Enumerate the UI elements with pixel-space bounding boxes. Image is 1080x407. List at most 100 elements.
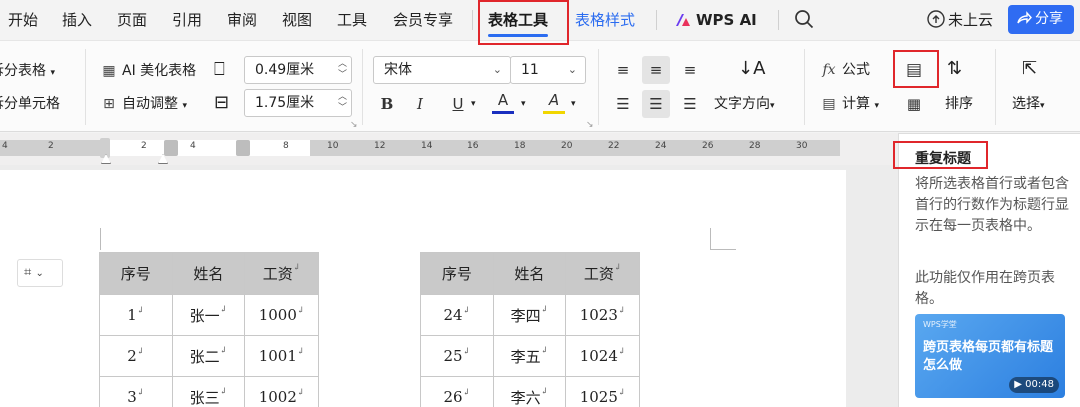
- table-cell[interactable]: 1002↲: [244, 376, 319, 407]
- align-middle-icon[interactable]: ≡: [642, 56, 670, 84]
- font-name-select[interactable]: 宋体 ⌄: [373, 56, 511, 84]
- sort-button[interactable]: 排序: [945, 91, 973, 117]
- tab-home[interactable]: 开始: [8, 0, 38, 40]
- align-left-icon[interactable]: ☰: [609, 90, 637, 118]
- align-bottom-icon[interactable]: ≡: [676, 56, 704, 84]
- font-color-button[interactable]: A: [492, 88, 514, 114]
- tab-table-style[interactable]: 表格样式: [575, 0, 635, 40]
- header-cell[interactable]: 工资↲: [244, 252, 319, 295]
- tab-review[interactable]: 审阅: [227, 0, 257, 40]
- share-button[interactable]: 分享: [1008, 5, 1074, 34]
- table-cell[interactable]: 张一↲: [171, 294, 246, 336]
- underline-button[interactable]: U: [444, 90, 472, 118]
- ai-beautify-table-button[interactable]: ▦ AI 美化表格: [100, 58, 196, 84]
- table-cell[interactable]: 3↲: [99, 376, 173, 407]
- row-height-field[interactable]: 1.75厘米 ︿ ﹀: [244, 89, 352, 117]
- table-cell[interactable]: 24↲: [420, 294, 494, 336]
- table-cell[interactable]: 李六↲: [492, 376, 567, 407]
- formula-button[interactable]: fx 公式: [820, 57, 870, 83]
- table-cell[interactable]: 张三↲: [171, 376, 246, 407]
- data-table-left[interactable]: 序号 姓名 工资↲ 1↲ 张一↲ 1000↲ 2↲ 张二↲ 1001↲ 3↲ 张…: [99, 252, 319, 407]
- header-cell[interactable]: 序号: [420, 252, 494, 295]
- cell-text: 张三: [189, 388, 220, 407]
- ruler-tick: 4: [190, 141, 196, 151]
- table-move-handle[interactable]: ⌗ ⌄: [17, 259, 63, 287]
- table-cell[interactable]: 2↲: [99, 335, 173, 377]
- table-cell[interactable]: 1023↲: [565, 294, 640, 336]
- dialog-launcher-icon[interactable]: ↘: [586, 120, 594, 130]
- tab-page[interactable]: 页面: [117, 0, 147, 40]
- table-cell[interactable]: 李五↲: [492, 335, 567, 377]
- align-center-icon[interactable]: ☰: [642, 90, 670, 118]
- spinner-icon[interactable]: ︿ ﹀: [338, 92, 347, 114]
- align-top-icon[interactable]: ≡: [609, 56, 637, 84]
- header-text: 工资: [583, 265, 614, 283]
- header-cell[interactable]: 工资↲: [565, 252, 640, 295]
- auto-adjust-button[interactable]: ⊞ 自动调整 ▾: [100, 91, 187, 117]
- cell-text: 1000: [258, 306, 297, 324]
- table-cell[interactable]: 1025↲: [565, 376, 640, 407]
- indent-marker[interactable]: [100, 138, 110, 158]
- repeat-header-icon[interactable]: ▤: [900, 56, 928, 84]
- table-cell[interactable]: 1000↲: [244, 294, 319, 336]
- sort-icon[interactable]: ⇅: [947, 56, 962, 82]
- highlight-button[interactable]: A: [543, 88, 565, 114]
- calculate-button[interactable]: ▤ 计算 ▾: [820, 91, 879, 117]
- header-cell[interactable]: 序号: [99, 252, 173, 295]
- cell-text: 李六: [510, 388, 541, 407]
- table-cell[interactable]: 李四↲: [492, 294, 567, 336]
- chevron-down-icon[interactable]: ▾: [571, 91, 576, 117]
- table-header-row: 序号 姓名 工资↲: [420, 252, 640, 295]
- text-direction-icon[interactable]: ↓A: [738, 56, 765, 82]
- tab-insert[interactable]: 插入: [62, 0, 92, 40]
- tab-tools[interactable]: 工具: [337, 0, 367, 40]
- header-cell[interactable]: 姓名: [492, 252, 567, 295]
- table-cell[interactable]: 张二↲: [171, 335, 246, 377]
- search-icon[interactable]: [794, 0, 814, 40]
- wps-ai-button[interactable]: WPS AI: [674, 0, 757, 40]
- column-marker[interactable]: [164, 140, 178, 156]
- chevron-down-icon[interactable]: ▾: [471, 91, 476, 117]
- split-cells-button[interactable]: 拆分单元格: [0, 91, 60, 117]
- table-cell[interactable]: 1024↲: [565, 335, 640, 377]
- table-cell[interactable]: 1001↲: [244, 335, 319, 377]
- dialog-launcher-icon[interactable]: ↘: [350, 120, 358, 130]
- horizontal-ruler[interactable]: 4 2 2 4 8 10 12 14 16 18 20 22 24 26 28 …: [0, 133, 900, 165]
- cloud-upload-icon: [927, 10, 945, 28]
- table-cell[interactable]: 1↲: [99, 294, 173, 336]
- column-width-field[interactable]: 0.49厘米 ︿ ﹀: [244, 56, 352, 84]
- italic-button[interactable]: I: [406, 90, 434, 118]
- table-cell[interactable]: 26↲: [420, 376, 494, 407]
- table-cell[interactable]: 25↲: [420, 335, 494, 377]
- column-width-icon: ⎕: [214, 59, 225, 80]
- split-table-button[interactable]: 拆分表格 ▾: [0, 58, 55, 84]
- data-table-right[interactable]: 序号 姓名 工资↲ 24↲ 李四↲ 1023↲ 25↲ 李五↲ 1024↲ 26…: [420, 252, 640, 407]
- bold-button[interactable]: B: [373, 90, 401, 118]
- tab-references[interactable]: 引用: [172, 0, 202, 40]
- column-marker[interactable]: [236, 140, 250, 156]
- cursor-select-icon[interactable]: ⇱: [1022, 56, 1037, 82]
- convert-table-icon[interactable]: ▦: [900, 90, 928, 118]
- tab-membership[interactable]: 会员专享: [393, 0, 453, 40]
- spinner-icon[interactable]: ︿ ﹀: [338, 59, 347, 81]
- text-direction-button[interactable]: 文字方向▾: [714, 91, 775, 117]
- header-cell[interactable]: 姓名: [171, 252, 246, 295]
- tab-view[interactable]: 视图: [282, 0, 312, 40]
- ruler-tick: 14: [421, 141, 433, 151]
- font-size-select[interactable]: 11 ⌄: [510, 56, 586, 84]
- font-name-value: 宋体: [384, 62, 412, 78]
- chevron-down-icon[interactable]: ▾: [521, 91, 526, 117]
- cell-end-mark: ↲: [613, 263, 622, 273]
- cell-end-mark: ↲: [219, 345, 228, 356]
- tab-table-tools[interactable]: 表格工具: [488, 0, 549, 40]
- table-row: 24↲ 李四↲ 1023↲: [420, 294, 640, 336]
- tutorial-video-thumbnail[interactable]: WPS学堂 跨页表格每页都有标题怎么做 ▶ 00:48: [915, 314, 1065, 398]
- select-button[interactable]: 选择▾: [1012, 91, 1045, 117]
- chevron-down-icon: ⌄: [35, 268, 44, 279]
- tooltip-title: 重复标题: [915, 151, 971, 167]
- align-right-icon[interactable]: ☰: [676, 90, 704, 118]
- ribbon-divider: [995, 49, 996, 125]
- cloud-status-button[interactable]: 未上云: [926, 0, 993, 40]
- cell-text: 1025: [579, 388, 618, 406]
- calculate-label: 计算: [842, 96, 870, 112]
